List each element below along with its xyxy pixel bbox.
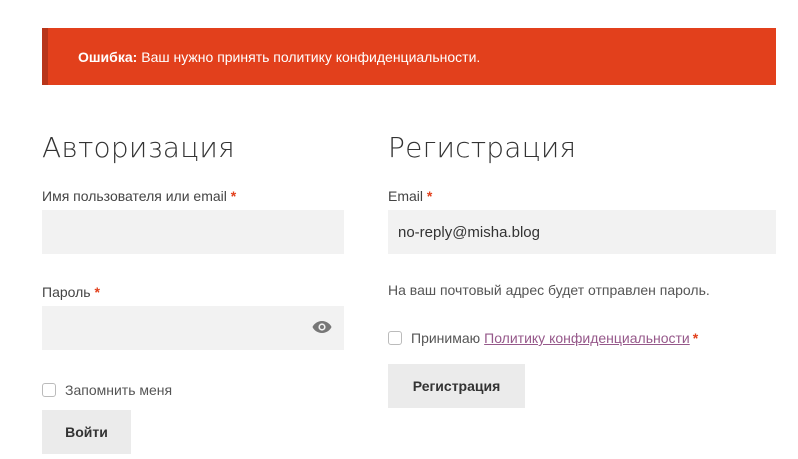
required-mark: *: [692, 330, 699, 346]
remember-checkbox[interactable]: [42, 383, 56, 397]
remember-me[interactable]: Запомнить меня: [42, 380, 344, 400]
username-label: Имя пользователя или email *: [42, 188, 237, 204]
login-form: Авторизация Имя пользователя или email *…: [42, 128, 344, 454]
email-input[interactable]: no-reply@misha.blog: [388, 210, 776, 254]
email-label: Email *: [388, 188, 433, 204]
password-input[interactable]: [42, 306, 344, 350]
required-mark: *: [426, 188, 433, 204]
username-input[interactable]: [42, 210, 344, 254]
login-title: Авторизация: [42, 131, 235, 164]
register-title: Регистрация: [388, 131, 577, 164]
accept-policy[interactable]: Принимаю Политику конфиденциальности *: [388, 328, 776, 348]
error-message: Ваш нужно принять политику конфиденциаль…: [141, 48, 481, 65]
register-form: Регистрация Email * no-reply@misha.blog …: [388, 128, 776, 408]
required-mark: *: [94, 284, 100, 300]
eye-icon[interactable]: [312, 320, 332, 334]
password-label: Пароль *: [42, 284, 100, 300]
required-mark: *: [230, 188, 237, 204]
error-label: Ошибка:: [78, 48, 138, 65]
remember-label: Запомнить меня: [65, 382, 173, 398]
error-notice: Ошибка: Ваш нужно принять политику конфи…: [42, 28, 776, 85]
policy-link[interactable]: Политику конфиденциальности: [484, 330, 690, 346]
login-button[interactable]: Войти: [42, 410, 131, 454]
register-button[interactable]: Регистрация: [388, 364, 525, 408]
policy-checkbox[interactable]: [388, 331, 402, 345]
accept-prefix: Принимаю: [411, 330, 481, 346]
password-note: На ваш почтовый адрес будет отправлен па…: [388, 282, 710, 298]
